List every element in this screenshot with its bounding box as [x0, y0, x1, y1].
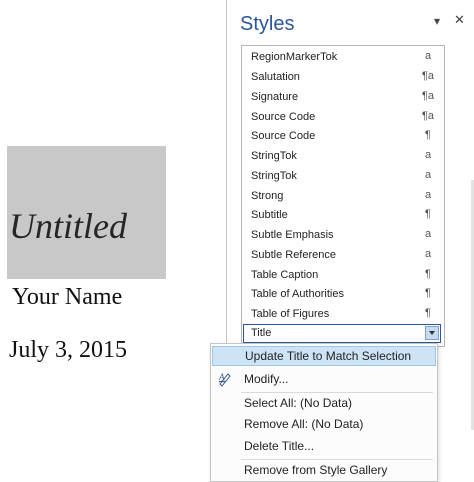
style-item[interactable]: Strong a [242, 187, 442, 206]
style-name: Subtitle [251, 209, 288, 221]
paragraph-style-icon: ¶ [425, 268, 431, 280]
character-style-icon: a [424, 149, 432, 161]
paragraph-style-icon: ¶ [425, 287, 431, 299]
style-name: Source Code [251, 130, 316, 142]
character-style-icon: a [424, 189, 432, 201]
paragraph-style-icon: ¶ [425, 129, 431, 141]
paragraph-style-icon: ¶ [425, 307, 431, 319]
menu-item-delete-style[interactable]: Delete Title... [211, 436, 437, 456]
style-item[interactable]: Signature ¶a [242, 88, 442, 107]
linked-style-icon: ¶a [421, 90, 435, 102]
style-name: StringTok [251, 150, 297, 162]
document-author[interactable]: Your Name [12, 284, 122, 311]
menu-item-label: Remove All: (No Data) [244, 417, 364, 431]
menu-item-select-all[interactable]: Select All: (No Data) [211, 393, 437, 413]
style-name: Table Caption [251, 269, 319, 281]
close-icon[interactable]: ✕ [454, 12, 465, 28]
linked-style-icon: ¶a [421, 110, 435, 122]
style-context-menu: Update Title to Match Selection A Modify… [210, 343, 438, 482]
dropdown-arrow-button[interactable] [425, 326, 439, 340]
modify-style-icon: A [217, 370, 235, 388]
svg-text:A: A [218, 372, 225, 382]
styles-pane-title: Styles [240, 13, 295, 35]
paragraph-style-icon: ¶ [425, 208, 431, 220]
style-name: Subtle Emphasis [251, 229, 334, 241]
character-style-icon: a [424, 248, 432, 260]
style-item[interactable]: Table of Figures ¶ [242, 305, 442, 324]
style-name: Table of Figures [251, 308, 330, 320]
style-item-title-selected[interactable]: Title [243, 324, 441, 343]
pane-options-icon[interactable]: ▾ [434, 14, 440, 28]
style-item[interactable]: Table of Authorities ¶ [242, 285, 442, 304]
document-title[interactable]: Untitled [9, 205, 127, 247]
style-item[interactable]: StringTok a [242, 147, 442, 166]
style-name: StringTok [251, 170, 297, 182]
character-style-icon: a [424, 50, 432, 62]
style-name: Title [251, 327, 272, 339]
character-style-icon: a [424, 228, 432, 240]
style-item[interactable]: Subtitle ¶ [242, 206, 442, 225]
style-name: Subtle Reference [251, 249, 336, 261]
style-list: RegionMarkerTok a Salutation ¶a Signatur… [241, 45, 445, 347]
style-item[interactable]: Source Code ¶a [242, 108, 442, 127]
menu-item-label: Delete Title... [244, 439, 315, 453]
style-name: Table of Authorities [251, 288, 344, 300]
style-name: Source Code [251, 111, 316, 123]
style-name: Strong [251, 190, 284, 202]
character-style-icon: a [424, 169, 432, 181]
menu-item-remove-all[interactable]: Remove All: (No Data) [211, 414, 437, 434]
menu-item-modify[interactable]: A Modify... [211, 369, 437, 389]
menu-item-label: Update Title to Match Selection [245, 349, 412, 363]
linked-style-icon: ¶a [421, 70, 435, 82]
document-date[interactable]: July 3, 2015 [9, 337, 127, 364]
style-item[interactable]: Salutation ¶a [242, 68, 442, 87]
style-item[interactable]: Subtle Emphasis a [242, 226, 442, 245]
menu-item-label: Modify... [244, 372, 289, 386]
style-name: RegionMarkerTok [251, 51, 338, 63]
menu-item-label: Remove from Style Gallery [244, 463, 388, 477]
style-name: Signature [251, 91, 299, 103]
style-name: Salutation [251, 71, 300, 83]
menu-item-update-to-match[interactable]: Update Title to Match Selection [212, 346, 436, 366]
menu-item-remove-from-gallery[interactable]: Remove from Style Gallery [211, 460, 437, 480]
style-item[interactable]: Source Code ¶ [242, 127, 442, 146]
menu-item-label: Select All: (No Data) [244, 396, 353, 410]
style-item[interactable]: StringTok a [242, 167, 442, 186]
style-item[interactable]: Table Caption ¶ [242, 266, 442, 285]
style-item[interactable]: RegionMarkerTok a [242, 48, 442, 67]
style-item[interactable]: Subtle Reference a [242, 246, 442, 265]
